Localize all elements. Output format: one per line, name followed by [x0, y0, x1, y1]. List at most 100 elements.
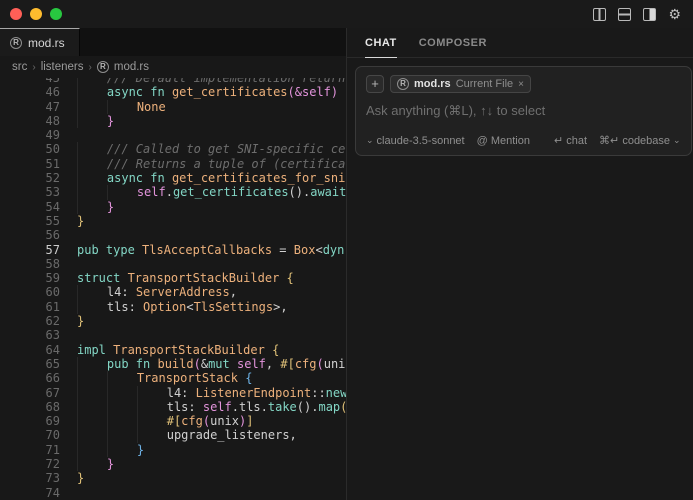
- code-line[interactable]: 58: [0, 257, 346, 271]
- rust-file-icon: R: [397, 78, 409, 90]
- chip-tag: Current File: [456, 78, 513, 90]
- line-number: 50: [0, 142, 60, 156]
- minimize-window-button[interactable]: [30, 8, 42, 20]
- code-line[interactable]: 60 l4: ServerAddress,: [0, 285, 346, 299]
- tab-composer[interactable]: COMPOSER: [419, 37, 487, 57]
- submit-codebase-button[interactable]: ⌘↵ codebase ⌄: [599, 134, 681, 147]
- code-line[interactable]: 73}: [0, 471, 346, 485]
- code-line[interactable]: 71 }: [0, 443, 346, 457]
- code-line[interactable]: 72 }: [0, 457, 346, 471]
- line-number: 58: [0, 257, 60, 271]
- code-line[interactable]: 50 /// Called to get SNI-specific certif…: [0, 142, 346, 156]
- line-number: 56: [0, 228, 60, 242]
- line-number: 74: [0, 486, 60, 500]
- chevron-down-icon: ⌄: [673, 135, 681, 146]
- tab-modrs[interactable]: R mod.rs: [0, 28, 80, 56]
- zoom-window-button[interactable]: [50, 8, 62, 20]
- code-line[interactable]: 74: [0, 486, 346, 500]
- breadcrumb-item-src[interactable]: src: [12, 61, 27, 73]
- line-number: 46: [0, 85, 60, 99]
- line-number: 68: [0, 400, 60, 414]
- chat-pane: CHAT COMPOSER + R mod.rs Current File ×: [346, 28, 693, 500]
- line-number: 53: [0, 185, 60, 199]
- line-number: 64: [0, 343, 60, 357]
- toggle-bottom-panel-icon[interactable]: [618, 8, 631, 21]
- chat-input[interactable]: [366, 103, 681, 118]
- code-line[interactable]: 54 }: [0, 200, 346, 214]
- line-number: 49: [0, 128, 60, 142]
- code-line[interactable]: 47 None: [0, 100, 346, 114]
- line-number: 69: [0, 414, 60, 428]
- toggle-panel-layout-icon[interactable]: [593, 8, 606, 21]
- titlebar-actions: ⚙: [593, 8, 693, 21]
- code-line[interactable]: 62}: [0, 314, 346, 328]
- code-line[interactable]: 57pub type TlsAcceptCallbacks = Box<dyn …: [0, 243, 346, 257]
- window-controls: [0, 8, 62, 20]
- line-number: 52: [0, 171, 60, 185]
- code-line[interactable]: 68 tls: self.tls.take().map(|tls| Arc::n…: [0, 400, 346, 414]
- editor-pane: R mod.rs src › listeners › R mod.rs 45 /…: [0, 28, 346, 500]
- code-line[interactable]: 45 /// Default implementation returns No…: [0, 78, 346, 85]
- mention-button[interactable]: @ Mention: [477, 135, 530, 147]
- submit-chat-button[interactable]: ↵ chat: [554, 134, 587, 147]
- code-line[interactable]: 55}: [0, 214, 346, 228]
- breadcrumb-separator: ›: [32, 62, 35, 73]
- app-window: ⚙ R mod.rs src › listeners › R mod.rs: [0, 0, 693, 500]
- line-number: 47: [0, 100, 60, 114]
- chat-body: + R mod.rs Current File × ⌄ claude-3.5-s…: [347, 58, 693, 500]
- code-line[interactable]: 46 async fn get_certificates(&self) -> O…: [0, 85, 346, 99]
- line-number: 72: [0, 457, 60, 471]
- code-line[interactable]: 49: [0, 128, 346, 142]
- line-number: 60: [0, 285, 60, 299]
- line-number: 61: [0, 300, 60, 314]
- code-line[interactable]: 56: [0, 228, 346, 242]
- code-line[interactable]: 70 upgrade_listeners,: [0, 428, 346, 442]
- code-line[interactable]: 69 #[cfg(unix)]: [0, 414, 346, 428]
- line-number: 51: [0, 157, 60, 171]
- line-number: 59: [0, 271, 60, 285]
- line-number: 54: [0, 200, 60, 214]
- code-line[interactable]: 66 TransportStack {: [0, 371, 346, 385]
- breadcrumb-item-file[interactable]: R mod.rs: [97, 61, 149, 73]
- current-file-chip[interactable]: R mod.rs Current File ×: [390, 75, 531, 93]
- line-number: 48: [0, 114, 60, 128]
- editor-tabbar: R mod.rs: [0, 28, 346, 56]
- breadcrumb-item-listeners[interactable]: listeners: [41, 61, 84, 73]
- titlebar: ⚙: [0, 0, 693, 28]
- code-line[interactable]: 65 pub fn build(&mut self, #[cfg(unix)] …: [0, 357, 346, 371]
- code-line[interactable]: 67 l4: ListenerEndpoint::new(self.l4.clo…: [0, 386, 346, 400]
- line-number: 67: [0, 386, 60, 400]
- add-context-button[interactable]: +: [366, 75, 384, 93]
- tab-label: mod.rs: [28, 36, 65, 50]
- tab-chat[interactable]: CHAT: [365, 37, 397, 58]
- close-window-button[interactable]: [10, 8, 22, 20]
- chip-file-name: mod.rs: [414, 78, 451, 90]
- line-number: 65: [0, 357, 60, 371]
- line-number: 55: [0, 214, 60, 228]
- model-selector[interactable]: ⌄ claude-3.5-sonnet: [366, 135, 465, 147]
- code-line[interactable]: 52 async fn get_certificates_for_sni(&se…: [0, 171, 346, 185]
- chat-input-card: + R mod.rs Current File × ⌄ claude-3.5-s…: [355, 66, 692, 156]
- code-line[interactable]: 51 /// Returns a tuple of (certificate_c…: [0, 157, 346, 171]
- code-line[interactable]: 64impl TransportStackBuilder {: [0, 343, 346, 357]
- code-line[interactable]: 61 tls: Option<TlsSettings>,: [0, 300, 346, 314]
- line-number: 70: [0, 428, 60, 442]
- line-number: 71: [0, 443, 60, 457]
- line-number: 63: [0, 328, 60, 342]
- chip-close-icon[interactable]: ×: [518, 79, 524, 90]
- line-number: 62: [0, 314, 60, 328]
- code-line[interactable]: 63: [0, 328, 346, 342]
- toggle-right-sidebar-icon[interactable]: [643, 8, 656, 21]
- code-lines: 45 /// Default implementation returns No…: [0, 78, 346, 500]
- rust-file-icon: R: [10, 37, 22, 49]
- line-number: 73: [0, 471, 60, 485]
- code-editor[interactable]: 45 /// Default implementation returns No…: [0, 78, 346, 500]
- code-line[interactable]: 59struct TransportStackBuilder {: [0, 271, 346, 285]
- settings-gear-icon[interactable]: ⚙: [668, 8, 681, 21]
- chat-header: CHAT COMPOSER: [347, 28, 693, 58]
- rust-file-icon: R: [97, 61, 109, 73]
- code-line[interactable]: 48 }: [0, 114, 346, 128]
- line-number: 45: [0, 78, 60, 85]
- breadcrumb-separator: ›: [89, 62, 92, 73]
- code-line[interactable]: 53 self.get_certificates().await // Fall…: [0, 185, 346, 199]
